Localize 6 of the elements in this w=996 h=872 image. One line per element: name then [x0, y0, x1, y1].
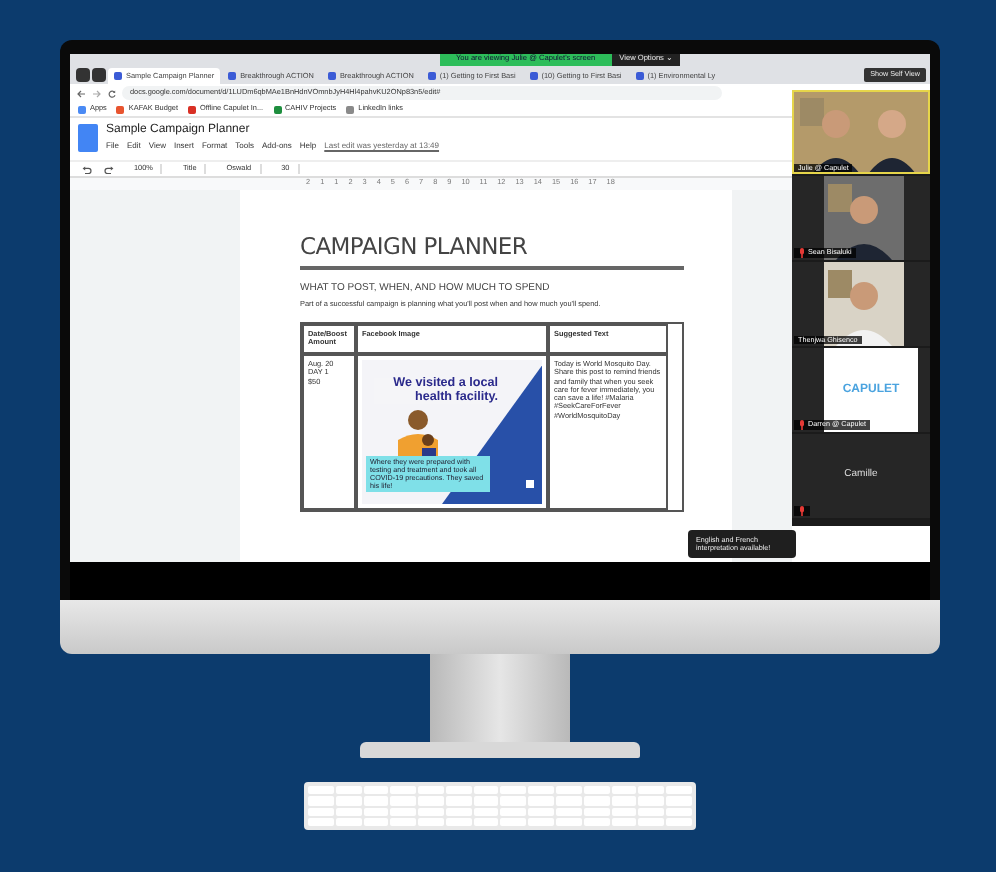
monitor-stand	[430, 654, 570, 742]
document-heading: CAMPAIGN PLANNER	[300, 234, 684, 271]
reload-icon[interactable]	[108, 89, 116, 97]
undo-icon[interactable]	[82, 165, 92, 173]
back-icon[interactable]	[76, 89, 86, 97]
redo-icon[interactable]	[104, 165, 114, 173]
